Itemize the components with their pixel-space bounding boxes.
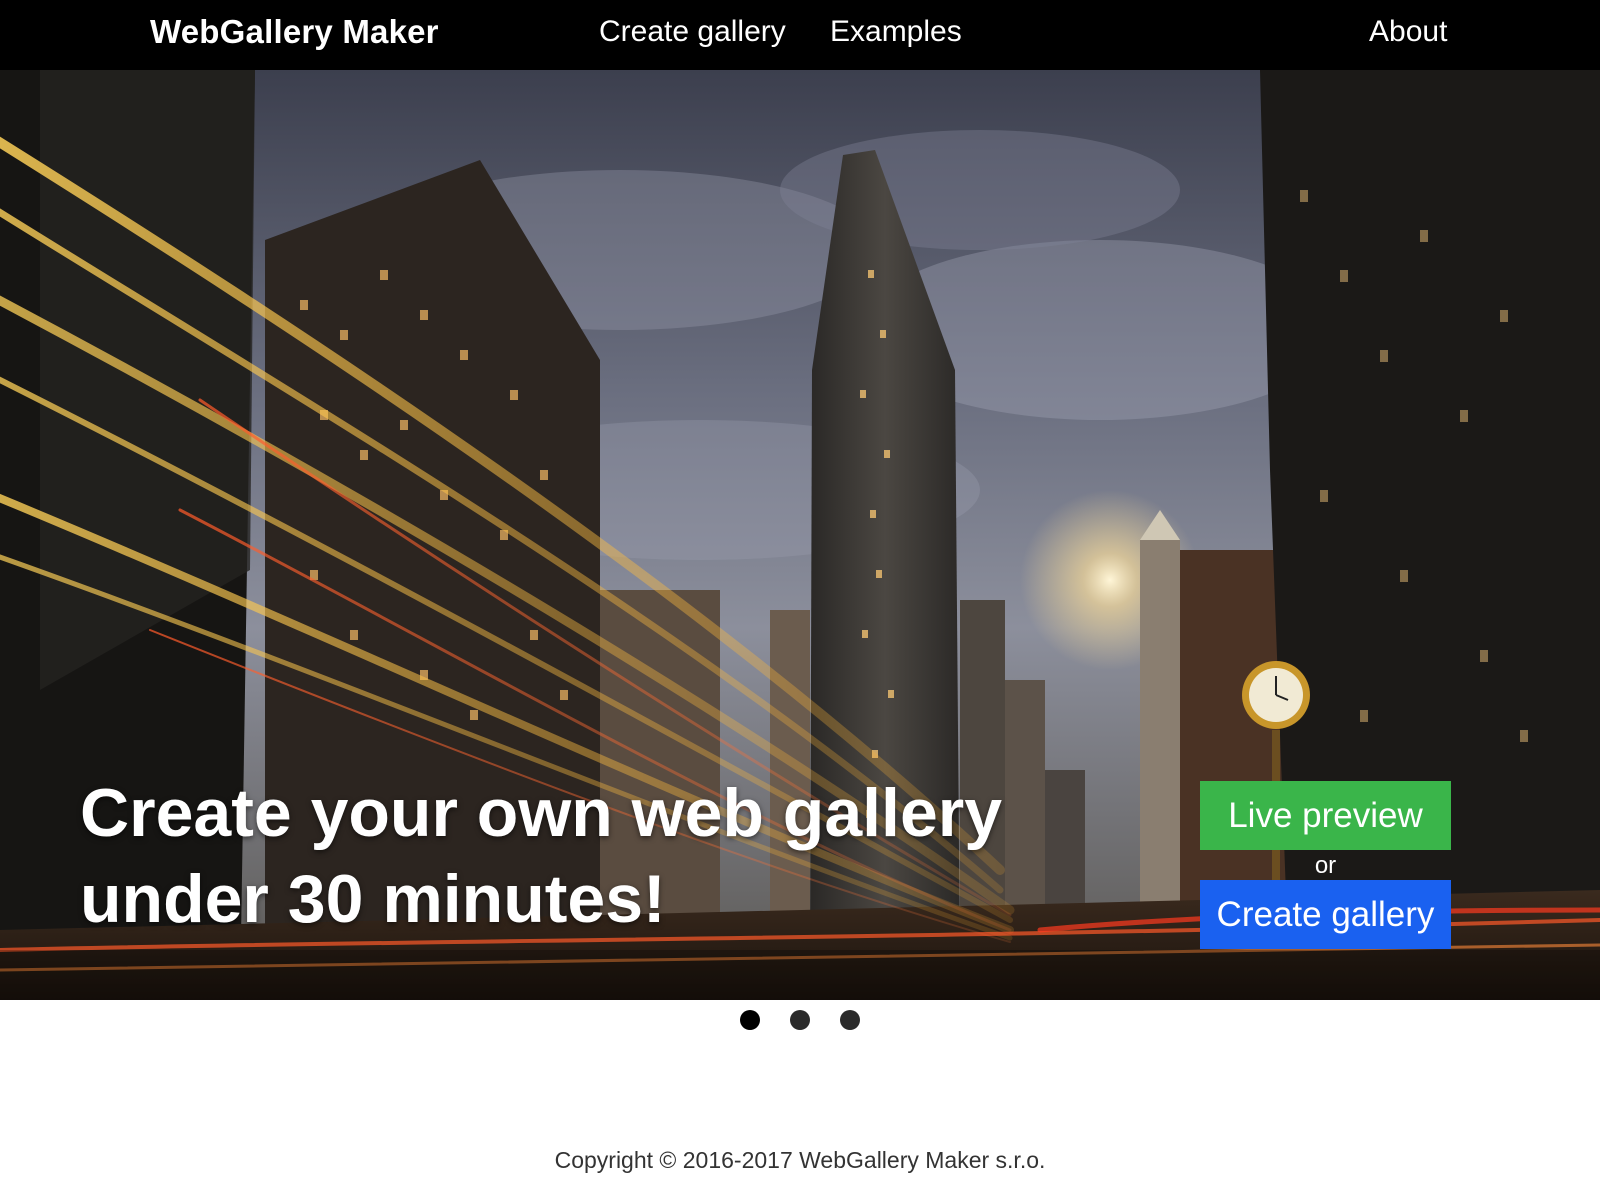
top-navbar: WebGallery Maker Create gallery Examples… [0,0,1600,70]
create-gallery-button[interactable]: Create gallery [1200,880,1451,949]
hero-headline: Create your own web gallery under 30 min… [80,770,1060,942]
or-separator-text: or [1314,852,1337,879]
hero-headline-line-1: Create your own web gallery [80,775,1003,851]
brand-logo-link[interactable]: WebGallery Maker [150,12,439,52]
slider-dot-1[interactable] [740,1010,760,1030]
hero-slider: Create your own web gallery under 30 min… [0,70,1600,1000]
nav-link-examples[interactable]: Examples [830,12,962,52]
slider-dot-2[interactable] [790,1010,810,1030]
nav-link-about[interactable]: About [1369,12,1447,52]
slider-dot-3[interactable] [840,1010,860,1030]
hero-headline-line-2: under 30 minutes! [80,861,666,937]
live-preview-button[interactable]: Live preview [1200,781,1451,850]
nav-link-create-gallery[interactable]: Create gallery [599,12,786,52]
footer-copyright: Copyright © 2016-2017 WebGallery Maker s… [554,1147,1046,1173]
